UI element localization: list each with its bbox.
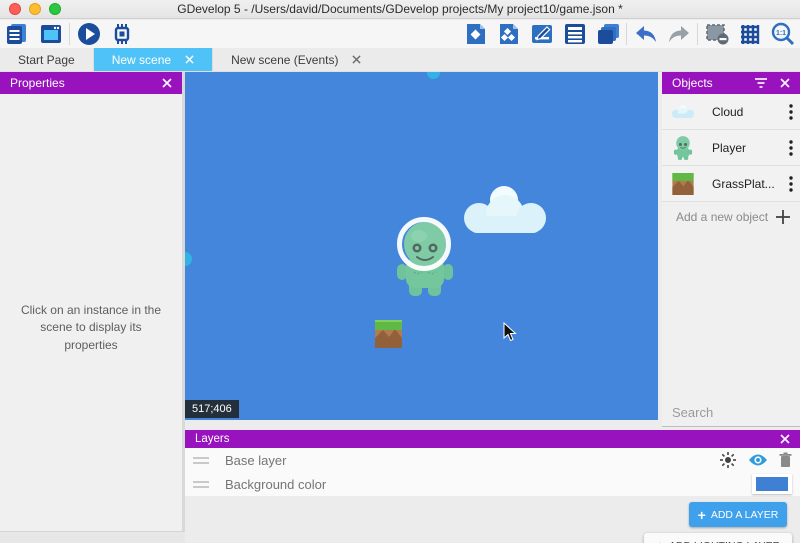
- project-manager-icon[interactable]: [4, 21, 31, 47]
- background-color-card: [752, 474, 792, 494]
- svg-text:1:1: 1:1: [775, 30, 785, 37]
- add-new-object-button[interactable]: Add a new object: [662, 202, 800, 232]
- mouse-cursor: [503, 322, 517, 342]
- zoom-1-1-icon[interactable]: 1:1: [769, 21, 796, 47]
- cloud-thumbnail-icon: [668, 98, 698, 126]
- tab-new-scene-events[interactable]: New scene (Events): [212, 48, 379, 71]
- background-color-swatch[interactable]: [756, 477, 788, 491]
- titlebar: GDevelop 5 - /Users/david/Documents/GDev…: [0, 0, 800, 19]
- undo-icon[interactable]: [632, 21, 659, 47]
- plus-icon: [776, 210, 790, 224]
- tab-bar: Start Page New scene New scene (Events): [0, 48, 800, 72]
- object-menu-icon[interactable]: [782, 174, 800, 194]
- objects-search-input[interactable]: [672, 405, 800, 420]
- objects-panel: Objects Cloud Player: [662, 72, 800, 427]
- preview-play-icon[interactable]: [75, 21, 102, 47]
- player-thumbnail-icon: [668, 134, 698, 162]
- grass-platform-instance[interactable]: [375, 320, 402, 348]
- add-new-object-label: Add a new object: [672, 210, 776, 224]
- object-name: GrassPlat...: [698, 177, 782, 191]
- panel-resize-handle-top[interactable]: [427, 72, 440, 79]
- debug-icon[interactable]: [108, 21, 135, 47]
- cursor-coordinates: 517;406: [185, 400, 239, 418]
- object-row-player[interactable]: Player: [662, 130, 800, 166]
- object-name: Cloud: [698, 105, 782, 119]
- scene-properties-icon[interactable]: [528, 21, 555, 47]
- scene-canvas[interactable]: 517;406: [185, 72, 658, 420]
- object-name: Player: [698, 141, 782, 155]
- object-row-cloud[interactable]: Cloud: [662, 94, 800, 130]
- instances-list-icon[interactable]: [561, 21, 588, 47]
- layers-panel-header: Layers: [185, 430, 800, 448]
- close-objects-icon[interactable]: [780, 78, 790, 88]
- plus-icon: +: [656, 539, 664, 543]
- layer-name: Base layer: [209, 453, 719, 468]
- selection-ring: [397, 217, 451, 271]
- properties-panel-header: Properties: [0, 72, 182, 94]
- grass-platform-thumbnail-icon: [668, 170, 698, 198]
- gdevelop-window: GDevelop 5 - /Users/david/Documents/GDev…: [0, 0, 800, 543]
- grid-icon[interactable]: [736, 21, 763, 47]
- window-title: GDevelop 5 - /Users/david/Documents/GDev…: [0, 2, 800, 16]
- tab-new-scene[interactable]: New scene: [93, 48, 212, 71]
- plus-icon: +: [698, 508, 706, 522]
- mask-icon[interactable]: [703, 21, 730, 47]
- properties-empty-message: Click on an instance in the scene to dis…: [14, 302, 168, 354]
- layer-effects-icon[interactable]: [719, 451, 737, 469]
- objects-search: [662, 399, 800, 427]
- objects-panel-title: Objects: [672, 76, 754, 90]
- properties-panel-title: Properties: [10, 76, 162, 90]
- properties-panel: Properties Click on an instance in the s…: [0, 72, 182, 531]
- layer-row-background-color[interactable]: Background color: [185, 472, 800, 496]
- tab-start-page[interactable]: Start Page: [0, 48, 93, 71]
- tab-label: Start Page: [18, 53, 75, 67]
- drag-handle-icon[interactable]: [193, 481, 209, 488]
- layers-panel: Layers Base layer Background color + ADD: [185, 430, 800, 543]
- tab-label: New scene: [112, 53, 171, 67]
- panel-resize-handle-left[interactable]: [185, 252, 192, 266]
- tab-label: New scene (Events): [231, 53, 338, 67]
- start-page-icon[interactable]: [37, 21, 64, 47]
- close-tab-icon[interactable]: [352, 55, 361, 64]
- object-groups-editor-icon[interactable]: [495, 21, 522, 47]
- filter-icon[interactable]: [754, 77, 768, 89]
- toolbar-separator: [697, 23, 698, 45]
- cloud-instance[interactable]: [457, 184, 553, 238]
- layer-name: Background color: [209, 477, 752, 492]
- object-menu-icon[interactable]: [782, 102, 800, 122]
- delete-layer-trash-icon[interactable]: [779, 452, 792, 468]
- drag-handle-icon[interactable]: [193, 457, 209, 464]
- layer-row-base[interactable]: Base layer: [185, 448, 800, 472]
- layers-editor-icon[interactable]: [594, 21, 621, 47]
- layer-visibility-eye-icon[interactable]: [748, 453, 768, 467]
- toolbar-separator: [69, 23, 70, 45]
- close-layers-icon[interactable]: [780, 434, 790, 444]
- layers-actions: + ADD A LAYER + ADD LIGHTING LAYER: [185, 496, 800, 543]
- objects-editor-icon[interactable]: [462, 21, 489, 47]
- close-tab-icon[interactable]: [185, 55, 194, 64]
- layers-panel-title: Layers: [195, 433, 780, 445]
- object-menu-icon[interactable]: [782, 138, 800, 158]
- object-row-grassplatform[interactable]: GrassPlat...: [662, 166, 800, 202]
- add-layer-label: ADD A LAYER: [711, 509, 779, 521]
- add-layer-button[interactable]: + ADD A LAYER: [689, 502, 787, 527]
- add-lighting-layer-button[interactable]: + ADD LIGHTING LAYER: [644, 533, 792, 543]
- toolbar-separator: [626, 23, 627, 45]
- objects-panel-header: Objects: [662, 72, 800, 94]
- redo-icon[interactable]: [665, 21, 692, 47]
- close-properties-icon[interactable]: [162, 78, 172, 88]
- window-bottom-strip: [0, 531, 185, 543]
- toolbar: 1:1: [0, 20, 800, 48]
